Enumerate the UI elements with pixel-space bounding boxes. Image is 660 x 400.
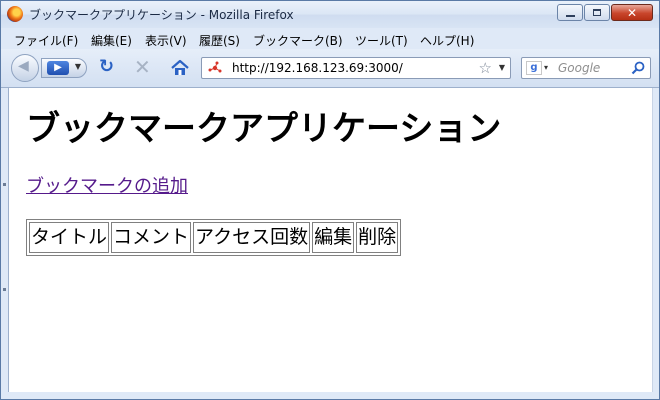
back-arrow-icon: ◀ xyxy=(18,58,29,74)
menu-bar: ファイル(F) 編集(E) 表示(V) 履歴(S) ブックマーク(B) ツール(… xyxy=(1,29,659,49)
history-dropdown-icon[interactable]: ▼ xyxy=(75,62,81,71)
menu-edit[interactable]: 編集(E) xyxy=(91,32,132,49)
menu-help[interactable]: ヘルプ(H) xyxy=(420,32,474,49)
url-dropdown-icon[interactable]: ▼ xyxy=(499,60,505,76)
close-icon: ✕ xyxy=(626,6,638,20)
status-area xyxy=(1,392,659,399)
home-icon[interactable] xyxy=(170,58,190,78)
search-engine-dropdown-icon[interactable]: ▾ xyxy=(544,60,548,76)
grip-dot xyxy=(3,288,6,291)
forward-button[interactable]: ▶ ▼ xyxy=(41,58,87,78)
menu-history[interactable]: 履歴(S) xyxy=(199,32,240,49)
menu-tools[interactable]: ツール(T) xyxy=(355,32,408,49)
header-edit: 編集 xyxy=(312,222,355,253)
window-controls: ✕ xyxy=(556,4,653,22)
minimize-icon xyxy=(566,15,575,17)
page-title: ブックマークアプリケーション xyxy=(26,109,502,149)
menu-bookmarks[interactable]: ブックマーク(B) xyxy=(253,32,343,49)
stop-icon[interactable]: ✕ xyxy=(134,57,151,77)
maximize-button[interactable] xyxy=(584,4,610,21)
menu-file[interactable]: ファイル(F) xyxy=(14,32,78,49)
maximize-icon xyxy=(593,9,601,16)
minimize-button[interactable] xyxy=(557,4,583,21)
header-title: タイトル xyxy=(29,222,110,253)
search-input[interactable]: Google xyxy=(558,61,600,75)
site-favicon-icon xyxy=(208,61,222,73)
header-delete: 削除 xyxy=(356,222,399,253)
google-engine-icon[interactable]: g xyxy=(526,61,542,75)
firefox-icon xyxy=(7,6,23,22)
browser-window: ブックマークアプリケーション - Mozilla Firefox ✕ ファイル(… xyxy=(0,0,660,400)
page-content: ブックマークアプリケーション ブックマークの追加 タイトル コメント アクセス回… xyxy=(8,88,653,392)
back-button[interactable]: ◀ xyxy=(11,54,39,82)
bookmark-table: タイトル コメント アクセス回数 編集 削除 xyxy=(26,219,402,256)
sidebar-grip[interactable] xyxy=(1,88,8,392)
grip-dot xyxy=(3,183,6,186)
window-title: ブックマークアプリケーション - Mozilla Firefox xyxy=(29,8,294,22)
table-header-row: タイトル コメント アクセス回数 編集 削除 xyxy=(29,222,399,253)
close-button[interactable]: ✕ xyxy=(611,4,653,21)
back-forward-group: ▶ ▼ ◀ xyxy=(11,54,87,82)
search-icon[interactable] xyxy=(631,61,645,75)
add-bookmark-link[interactable]: ブックマークの追加 xyxy=(26,172,188,198)
search-bar[interactable]: g ▾ Google xyxy=(521,57,651,79)
address-bar[interactable]: http://192.168.123.69:3000/ ☆ ▼ xyxy=(201,57,511,79)
reload-icon[interactable]: ↻ xyxy=(99,58,114,76)
forward-arrow-icon: ▶ xyxy=(47,61,69,75)
navigation-toolbar: ▶ ▼ ◀ ↻ ✕ http://192.168.123.69:3000/ ☆ … xyxy=(1,49,659,88)
url-input[interactable]: http://192.168.123.69:3000/ xyxy=(232,61,403,75)
menu-view[interactable]: 表示(V) xyxy=(145,32,187,49)
title-bar: ブックマークアプリケーション - Mozilla Firefox ✕ xyxy=(1,1,659,28)
bookmark-star-icon[interactable]: ☆ xyxy=(479,58,492,78)
header-access-count: アクセス回数 xyxy=(193,222,311,253)
header-comment: コメント xyxy=(111,222,192,253)
